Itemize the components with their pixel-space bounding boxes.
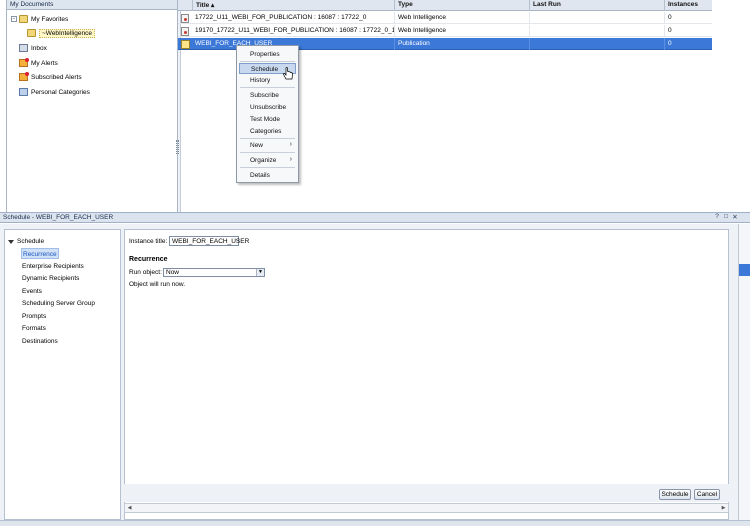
dialog-footer: Schedule Cancel	[124, 484, 729, 502]
cell-type: Web Intelligence	[394, 12, 529, 24]
tree-item-label: Subscribed Alerts	[31, 73, 82, 81]
hand-cursor-icon	[283, 67, 293, 80]
splitter-grip-icon[interactable]	[176, 140, 179, 154]
menu-item-label: New	[250, 142, 264, 149]
schedule-button[interactable]: Schedule	[659, 489, 691, 500]
run-object-label: Run object:	[129, 269, 162, 276]
cell-last-run	[529, 12, 664, 24]
nav-item-recurrence[interactable]: Recurrence	[21, 248, 59, 259]
folder-open-icon	[27, 29, 36, 37]
cell-instances: 0	[664, 25, 712, 37]
cell-instances: 0	[664, 12, 712, 24]
recurrence-panel: Instance title: WEBI_FOR_EACH_USER Recur…	[124, 229, 729, 520]
submenu-arrow-icon: ›	[289, 141, 292, 148]
menu-separator	[240, 87, 295, 88]
menu-item-label: Organize	[250, 157, 277, 164]
nav-root-schedule[interactable]: Schedule	[8, 236, 44, 247]
cell-type: Publication	[394, 38, 529, 50]
inbox-icon	[19, 44, 28, 52]
scroll-right-icon[interactable]: ▶	[719, 504, 728, 512]
alert-icon	[19, 72, 29, 81]
cell-instances: 0	[664, 38, 712, 50]
nav-item-dynamic-recipients[interactable]: Dynamic Recipients	[21, 273, 80, 284]
column-header-instances[interactable]: Instances	[664, 0, 712, 11]
cell-last-run	[529, 25, 664, 37]
nav-item-destinations[interactable]: Destinations	[21, 336, 59, 347]
menu-item-subscribe[interactable]: Subscribe	[239, 90, 296, 101]
horizontal-scrollbar[interactable]: ◀ ▶	[124, 503, 729, 513]
table-row[interactable]: 17722_U11_WEBI_FOR_PUBLICATION : 16087 :…	[178, 12, 712, 24]
schedule-nav: Schedule Recurrence Enterprise Recipient…	[4, 229, 121, 520]
collapse-icon[interactable]: −	[11, 16, 17, 22]
menu-item-unsubscribe[interactable]: Unsubscribe	[239, 102, 296, 113]
webi-document-icon	[181, 27, 189, 36]
selection-marker	[739, 264, 750, 276]
nav-item-events[interactable]: Events	[21, 286, 43, 297]
chevron-down-icon[interactable]: ▼	[256, 269, 264, 276]
category-icon	[19, 88, 28, 96]
close-icon[interactable]: ✕	[732, 213, 738, 221]
tree-item-label: Inbox	[31, 44, 47, 52]
scroll-left-icon[interactable]: ◀	[125, 504, 134, 512]
dialog-title: Schedule - WEBI_FOR_EACH_USER	[0, 212, 750, 223]
menu-item-properties[interactable]: Properties	[239, 49, 296, 60]
tree-item-inbox[interactable]: Inbox	[19, 42, 47, 54]
alert-icon	[19, 58, 29, 67]
list-header: Title ▴ Type Last Run Instances	[178, 0, 712, 11]
menu-item-new[interactable]: New ›	[239, 140, 296, 151]
menu-item-test-mode[interactable]: Test Mode	[239, 114, 296, 125]
publication-icon	[181, 40, 190, 49]
run-object-select[interactable]: Now ▼	[163, 268, 265, 277]
menu-separator	[240, 152, 295, 153]
instance-title-input[interactable]: WEBI_FOR_EACH_USER	[169, 236, 249, 246]
instance-title-label: Instance title:	[129, 238, 168, 245]
menu-item-organize[interactable]: Organize ›	[239, 155, 296, 166]
panel-header: My Documents	[7, 0, 177, 10]
context-menu: Properties Schedule History Subscribe Un…	[236, 45, 299, 183]
tree-item-personal-categories[interactable]: Personal Categories	[19, 86, 90, 98]
menu-separator	[240, 167, 295, 168]
dialog-window-controls: ? □ ✕	[714, 213, 738, 221]
menu-separator	[240, 61, 295, 62]
tree-item-label: My Alerts	[31, 59, 58, 67]
nav-root-label: Schedule	[17, 238, 45, 245]
tree-item-my-favorites[interactable]: − My Favorites	[11, 13, 68, 25]
tree-item-webintelligence[interactable]: ~WebIntelligence	[27, 27, 95, 39]
expand-triangle-icon	[8, 239, 14, 244]
tree-item-label: My Favorites	[31, 15, 69, 23]
cell-type: Web Intelligence	[394, 25, 529, 37]
folder-open-icon	[19, 15, 28, 23]
nav-item-prompts[interactable]: Prompts	[21, 311, 47, 322]
tree-item-label: ~WebIntelligence	[39, 28, 95, 38]
maximize-icon[interactable]: □	[723, 213, 729, 221]
column-header-title[interactable]: Title ▴	[192, 0, 394, 11]
documents-area: My Documents − My Favorites ~WebIntellig…	[0, 0, 750, 212]
nav-item-enterprise-recipients[interactable]: Enterprise Recipients	[21, 261, 85, 272]
help-icon[interactable]: ?	[714, 213, 720, 221]
status-bar	[0, 520, 750, 526]
tree-item-my-alerts[interactable]: My Alerts	[19, 57, 58, 69]
tree-item-label: Personal Categories	[31, 88, 90, 96]
cell-title: 19170_17722_U11_WEBI_FOR_PUBLICATION : 1…	[195, 27, 394, 34]
menu-item-categories[interactable]: Categories	[239, 126, 296, 137]
column-header-type[interactable]: Type	[394, 0, 529, 11]
section-heading-recurrence: Recurrence	[129, 256, 168, 263]
run-object-value: Now	[166, 269, 180, 276]
submenu-arrow-icon: ›	[289, 156, 292, 163]
folder-tree-panel: My Documents − My Favorites ~WebIntellig…	[6, 0, 178, 212]
tree-item-subscribed-alerts[interactable]: Subscribed Alerts	[19, 71, 82, 83]
dialog-body: Schedule Recurrence Enterprise Recipient…	[0, 224, 738, 520]
table-row[interactable]: 19170_17722_U11_WEBI_FOR_PUBLICATION : 1…	[178, 25, 712, 37]
nav-item-scheduling-server-group[interactable]: Scheduling Server Group	[21, 298, 96, 309]
cell-last-run	[529, 38, 664, 50]
menu-item-details[interactable]: Details	[239, 170, 296, 181]
run-info-text: Object will run now.	[129, 281, 185, 288]
cancel-button[interactable]: Cancel	[694, 489, 720, 500]
column-header-last-run[interactable]: Last Run	[529, 0, 664, 11]
menu-separator	[240, 138, 295, 139]
cell-title: 17722_U11_WEBI_FOR_PUBLICATION : 16087 :…	[195, 14, 367, 21]
webi-document-icon	[181, 14, 189, 23]
right-edge-panel	[738, 224, 750, 520]
nav-item-formats[interactable]: Formats	[21, 323, 47, 334]
